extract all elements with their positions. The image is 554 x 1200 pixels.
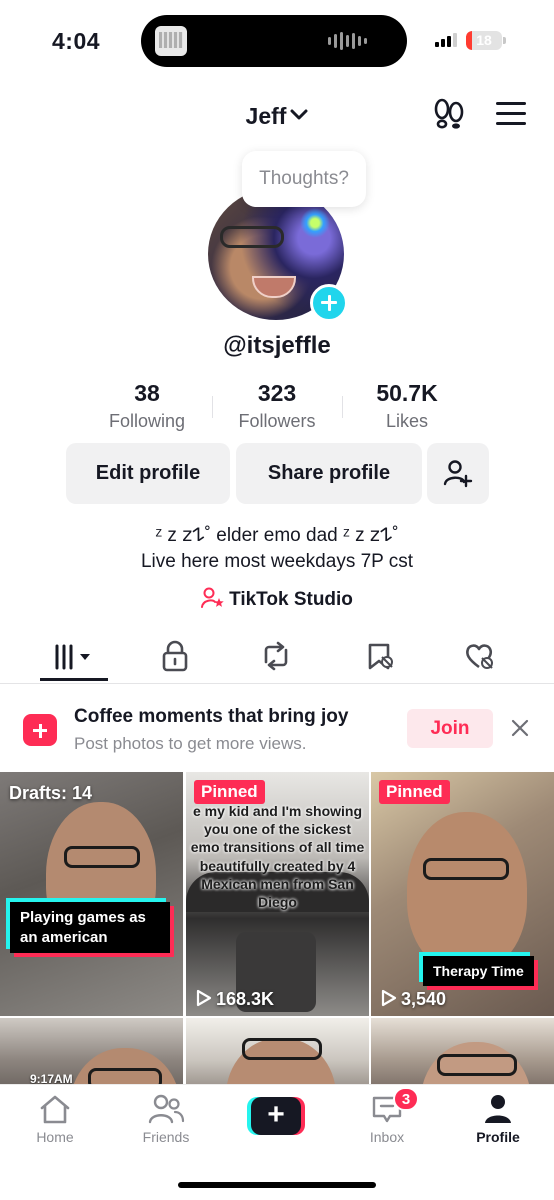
bio-line: ᶻ z 𝗓𐰁˚ elder emo dad ᶻ z 𝗓𐰁˚ [155,525,399,546]
view-count: 3,540 [381,989,446,1010]
nav-label: Home [36,1129,74,1145]
video-caption: Therapy Time [423,956,534,987]
share-profile-button[interactable]: Share profile [236,443,422,504]
audio-waveform-icon [328,32,367,50]
tab-reposts[interactable] [258,638,298,674]
profile-header: Jeff [0,90,554,136]
close-icon[interactable] [510,718,530,738]
stat-value: 50.7K [376,380,438,406]
play-icon [196,989,212,1007]
video-overlay-text: e my kid and I'm showing you one of the … [190,803,365,910]
stat-followers[interactable]: 323 Followers [212,380,342,436]
nav-label: Inbox [369,1129,405,1145]
create-post-button[interactable]: + [247,1097,305,1135]
nav-home[interactable]: Home [10,1093,100,1145]
stat-value: 38 [134,380,160,406]
video-tile[interactable]: 9:17AM [0,1018,183,1084]
repost-icon [264,641,288,671]
tab-saved[interactable] [362,638,402,674]
studio-person-star-icon [201,587,224,608]
video-tile[interactable] [371,1018,554,1084]
stat-label: Following [108,411,186,431]
add-friends-button[interactable] [427,443,489,504]
active-tab-indicator [40,678,108,681]
stat-likes[interactable]: 50.7K Likes [342,380,472,436]
battery-percent: 18 [476,32,492,48]
studio-label: TikTok Studio [229,589,353,610]
video-tile[interactable] [186,1018,369,1084]
status-time: 4:04 [52,28,101,54]
nav-profile[interactable]: Profile [453,1093,543,1145]
profile-icon [485,1095,511,1123]
thoughts-bubble[interactable]: Thoughts? [242,151,366,207]
saved-hidden-icon [368,643,393,670]
pinned-badge: Pinned [379,780,450,804]
pinned-badge: Pinned [194,780,265,804]
video-timestamp: 9:17AM [30,1072,73,1084]
view-count-value: 168.3K [216,989,275,1009]
tab-liked[interactable] [462,638,502,674]
chevron-down-icon [290,100,308,127]
video-caption: Playing games as an american [10,902,170,953]
content-tabs [0,630,554,684]
view-count: 168.3K [196,989,274,1010]
profile-stats: 38 Following 323 Followers 50.7K Likes [82,380,472,436]
account-switcher[interactable]: Jeff [0,100,554,130]
videos-grid-icon [55,644,90,670]
account-name: Jeff [245,103,287,129]
stat-value: 323 [257,380,297,406]
promo-banner[interactable]: Coffee moments that bring joy Post photo… [0,694,554,766]
lock-icon [162,640,188,672]
profile-handle: @itsjeffle [223,332,331,359]
dynamic-island[interactable] [141,15,407,67]
tab-private[interactable] [158,638,198,674]
join-button[interactable]: Join [407,709,493,748]
footprints-icon[interactable] [432,98,466,130]
add-person-icon [443,460,473,488]
add-story-plus-icon[interactable] [310,284,348,322]
liked-hidden-icon [466,644,493,669]
promo-title: Coffee moments that bring joy [74,706,349,727]
status-bar: 4:04 18 [0,0,554,84]
video-grid: Drafts: 14 Playing games as an american … [0,772,554,1084]
play-icon [381,989,397,1007]
plus-icon: + [251,1097,301,1135]
bio-line: Live here most weekdays 7P cst [140,551,414,572]
promo-subtitle: Post photos to get more views. [74,734,307,753]
add-post-icon [23,714,57,746]
edit-profile-button[interactable]: Edit profile [66,443,230,504]
video-tile[interactable]: e my kid and I'm showing you one of the … [186,772,369,1016]
now-playing-artwork [155,26,187,56]
battery-icon: 18 [466,31,502,50]
video-tile[interactable]: Pinned Therapy Time 3,540 [371,772,554,1016]
stat-label: Likes [385,411,429,431]
battery-nub [503,37,506,44]
nav-friends[interactable]: Friends [121,1093,211,1145]
tab-videos[interactable] [52,638,98,674]
video-tile-drafts[interactable]: Drafts: 14 Playing games as an american [0,772,183,1016]
home-indicator[interactable] [178,1182,376,1188]
view-count-value: 3,540 [401,989,447,1009]
profile-avatar[interactable] [208,188,348,322]
friends-icon [148,1094,185,1124]
cellular-signal-icon [435,33,457,47]
home-icon [40,1095,70,1124]
tiktok-studio-link[interactable]: TikTok Studio [0,587,554,611]
stat-label: Followers [238,411,316,431]
hamburger-menu-icon[interactable] [496,102,526,126]
inbox-badge: 3 [393,1087,419,1111]
stat-following[interactable]: 38 Following [82,380,212,436]
drafts-label: Drafts: 14 [9,783,93,803]
nav-label: Friends [142,1129,190,1145]
nav-label: Profile [476,1129,520,1145]
